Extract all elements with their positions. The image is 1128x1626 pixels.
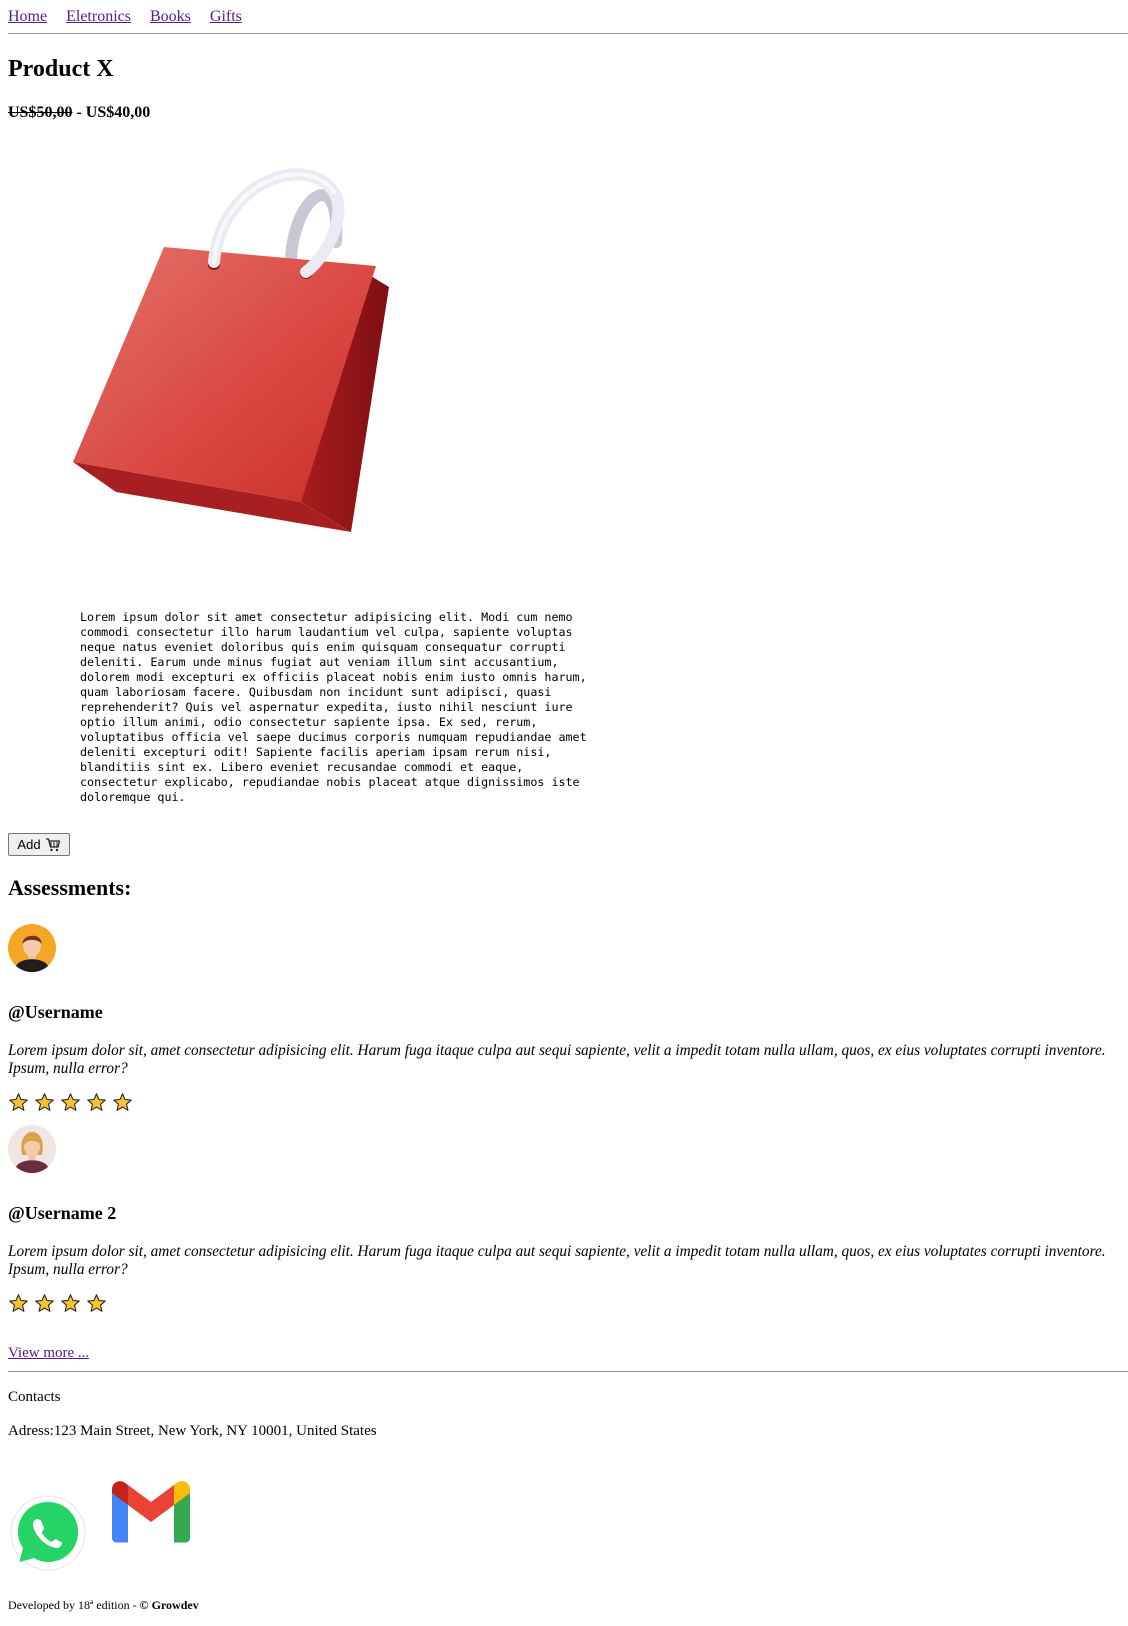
star-icon [61, 1093, 80, 1111]
shopping-bag-image [73, 168, 389, 532]
star-icon [9, 1294, 28, 1312]
review-username: @Username 2 [8, 1203, 117, 1223]
star-icon [35, 1093, 54, 1111]
footer-divider [8, 1371, 1128, 1372]
assessments-title: Assessments: [8, 875, 132, 900]
gmail-icon[interactable] [112, 1481, 190, 1543]
female-avatar-icon [8, 1125, 56, 1173]
top-nav: Home Eletronics Books Gifts [8, 7, 257, 27]
view-more-link[interactable]: View more ... [8, 1343, 89, 1363]
product-title: Product X [8, 56, 114, 82]
old-price: US$50,00 [8, 104, 73, 121]
star-icon [87, 1093, 106, 1111]
nav-link-eletronics[interactable]: Eletronics [66, 8, 131, 25]
male-avatar-icon [8, 924, 56, 972]
review-username: @Username [8, 1002, 103, 1022]
review-comment: Lorem ipsum dolor sit, amet consectetur … [8, 1243, 1106, 1278]
star-rating [8, 1293, 107, 1314]
add-to-cart-button[interactable]: Add [8, 833, 70, 856]
review-comment: Lorem ipsum dolor sit, amet consectetur … [8, 1042, 1106, 1077]
nav-link-books[interactable]: Books [150, 8, 191, 25]
nav-link-home[interactable]: Home [8, 8, 47, 25]
product-description: Lorem ipsum dolor sit amet consectetur a… [80, 610, 587, 804]
whatsapp-icon[interactable] [10, 1495, 86, 1571]
add-button-label: Add [17, 837, 41, 852]
star-icon [9, 1093, 28, 1111]
footer-credit: Developed by 18ª edition - © Growdev [8, 1597, 199, 1613]
star-icon [61, 1294, 80, 1312]
product-price: US$50,00 - US$40,00 [8, 103, 150, 123]
cart-icon [45, 837, 60, 851]
header-divider [8, 33, 1128, 34]
footer-brand: © Growdev [139, 1598, 199, 1612]
star-icon [87, 1294, 106, 1312]
star-icon [35, 1294, 54, 1312]
price-separator: - [72, 104, 86, 121]
star-rating [8, 1092, 133, 1113]
contacts-label: Contacts [8, 1389, 61, 1405]
current-price: US$40,00 [85, 104, 151, 121]
footer-prefix: Developed by 18ª edition - [8, 1598, 140, 1612]
star-icon [113, 1093, 132, 1111]
nav-link-gifts[interactable]: Gifts [210, 8, 242, 25]
contact-address: Adress:123 Main Street, New York, NY 100… [8, 1423, 377, 1439]
